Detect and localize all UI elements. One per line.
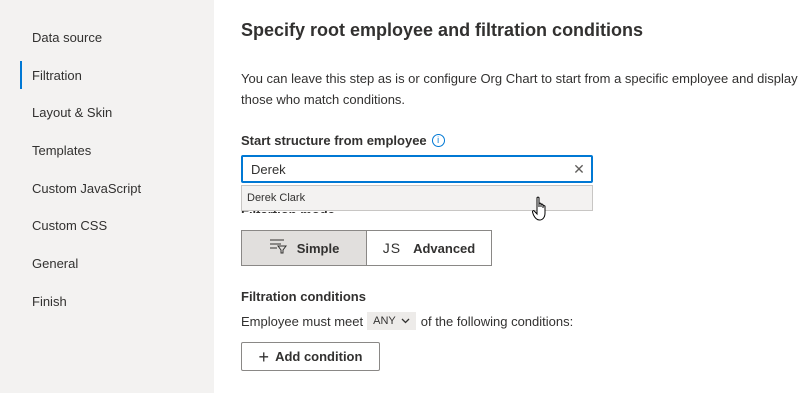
sidebar-item-templates[interactable]: Templates xyxy=(32,142,91,160)
info-icon[interactable]: i xyxy=(431,134,445,147)
filter-icon xyxy=(269,238,287,258)
clear-icon[interactable]: ✕ xyxy=(571,160,587,178)
plus-icon: + xyxy=(258,346,270,367)
sidebar-item-filtration[interactable]: Filtration xyxy=(32,67,82,85)
main-panel: Specify root employee and filtration con… xyxy=(214,0,811,393)
javascript-icon: JS xyxy=(382,240,402,256)
add-condition-label: Add condition xyxy=(275,349,363,364)
sidebar-item-custom-javascript[interactable]: Custom JavaScript xyxy=(32,180,141,198)
sidebar-item-layout-skin[interactable]: Layout & Skin xyxy=(32,104,112,122)
simple-mode-label: Simple xyxy=(296,240,340,256)
sidebar-item-general[interactable]: General xyxy=(32,255,78,273)
hand-cursor-icon xyxy=(532,196,546,221)
sidebar-item-custom-css[interactable]: Custom CSS xyxy=(32,217,107,235)
filtration-mode-toggle: Simple JS Advanced xyxy=(241,230,492,266)
active-nav-indicator xyxy=(20,61,22,89)
advanced-mode-button[interactable]: JS Advanced xyxy=(367,230,492,266)
employee-search-input[interactable] xyxy=(241,155,593,183)
simple-mode-button[interactable]: Simple xyxy=(241,230,367,266)
conditions-suffix: of the following conditions: xyxy=(420,313,574,329)
employee-field-label-text: Start structure from employee xyxy=(241,133,427,148)
employee-field-label: Start structure from employee i xyxy=(241,133,445,148)
sidebar-item-finish[interactable]: Finish xyxy=(32,293,67,311)
match-mode-dropdown[interactable]: ANY xyxy=(367,312,416,330)
sidebar: Data source Filtration Layout & Skin Tem… xyxy=(0,0,214,393)
conditions-sentence: Employee must meet ANY of the following … xyxy=(241,312,573,330)
conditions-prefix: Employee must meet xyxy=(241,313,364,329)
advanced-mode-label: Advanced xyxy=(413,240,476,256)
add-condition-button[interactable]: + Add condition xyxy=(241,342,380,371)
filtration-conditions-label: Filtration conditions xyxy=(241,289,366,304)
chevron-down-icon xyxy=(401,316,410,326)
page-title: Specify root employee and filtration con… xyxy=(241,20,644,40)
page-description: You can leave this step as is or configu… xyxy=(241,71,798,107)
match-mode-value: ANY xyxy=(373,315,396,327)
sidebar-item-data-source[interactable]: Data source xyxy=(32,29,102,47)
